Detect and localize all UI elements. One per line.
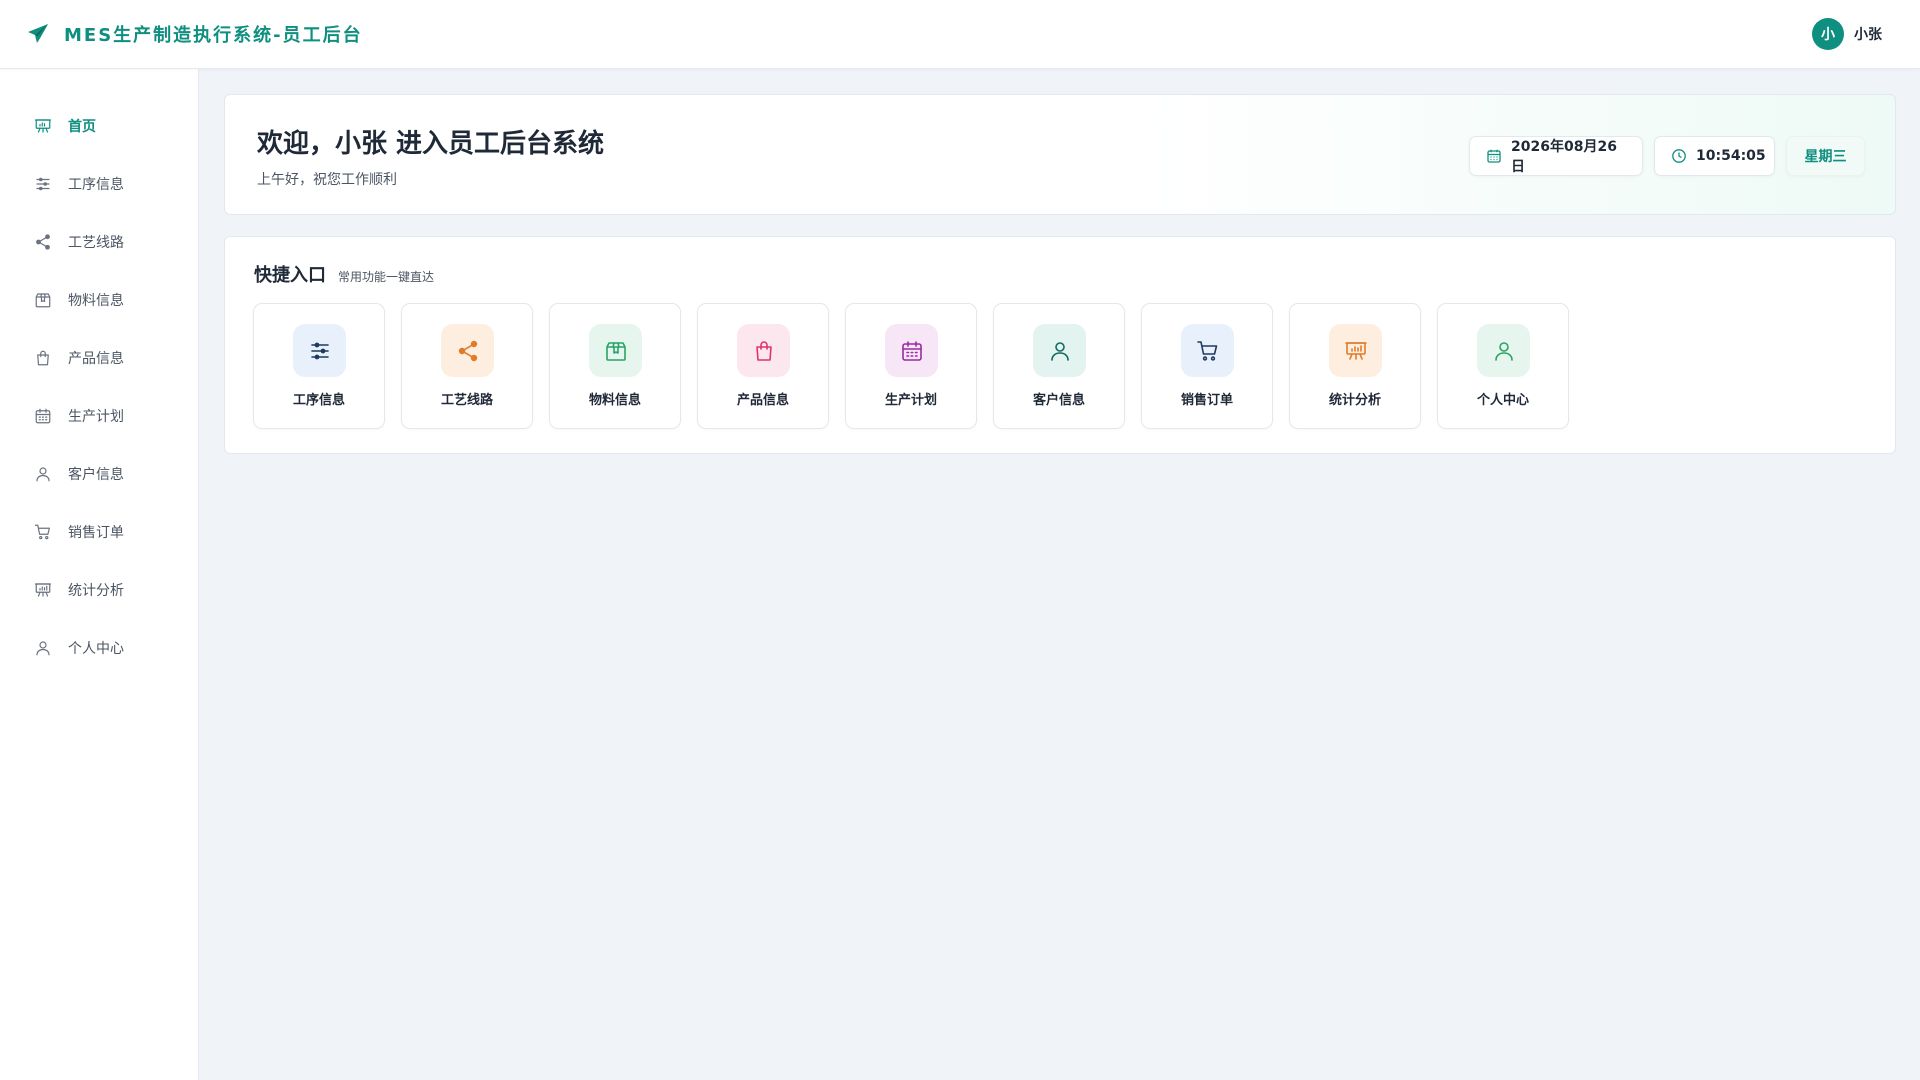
sidebar-item[interactable]: 生产计划 (0, 387, 198, 445)
quick-entry-title: 快捷入口 (254, 265, 326, 286)
time-text: 10:54:05 (1696, 148, 1766, 164)
sidebar-item-label: 销售订单 (68, 525, 124, 541)
welcome-subtitle: 上午好，祝您工作顺利 (257, 172, 397, 188)
user-icon (34, 465, 52, 483)
time-badge: 10:54:05 (1654, 136, 1775, 176)
sidebar-item-label: 工艺线路 (68, 235, 124, 251)
calendar-icon (1486, 148, 1502, 164)
quick-entry-card[interactable]: 销售订单 (1141, 303, 1273, 429)
quick-entry-cards: 工序信息 工艺线路 物料信息 产品信息 生产计划 客户信息 销售订单 统计分析 个人中心 (253, 303, 1585, 429)
sidebar-item[interactable]: 物料信息 (0, 271, 198, 329)
presentation-chart-icon (1329, 324, 1382, 377)
calendar-icon (885, 324, 938, 377)
quick-entry-panel: 快捷入口 常用功能一键直达 工序信息 工艺线路 物料信息 产品信息 生产计划 客户信息 销售… (224, 236, 1896, 454)
quick-entry-card-label: 客户信息 (1032, 393, 1085, 408)
share-nodes-icon (34, 233, 52, 251)
clock-icon (1671, 148, 1687, 164)
sidebar-item[interactable]: 工序信息 (0, 155, 198, 213)
top-bar: MES生产制造执行系统-员工后台 小 小张 (0, 0, 1920, 69)
package-icon (34, 291, 52, 309)
sidebar-item-label: 工序信息 (68, 177, 124, 193)
sidebar: 首页工序信息工艺线路物料信息产品信息生产计划客户信息销售订单统计分析个人中心 (0, 69, 199, 1080)
sidebar-item[interactable]: 首页 (0, 97, 198, 155)
sliders-icon (34, 175, 52, 193)
shopping-bag-icon (737, 324, 790, 377)
date-badge: 2026年08月26日 (1469, 136, 1643, 176)
paper-plane-icon (26, 22, 50, 46)
user-icon (1033, 324, 1086, 377)
quick-entry-subtitle: 常用功能一键直达 (338, 270, 435, 284)
quick-entry-card-label: 工艺线路 (440, 393, 493, 408)
quick-entry-card-label: 销售订单 (1180, 393, 1233, 408)
quick-entry-card[interactable]: 物料信息 (549, 303, 681, 429)
sidebar-item-label: 产品信息 (68, 351, 124, 367)
sidebar-item[interactable]: 统计分析 (0, 561, 198, 619)
sidebar-item[interactable]: 销售订单 (0, 503, 198, 561)
date-text: 2026年08月26日 (1511, 139, 1617, 175)
sidebar-item[interactable]: 产品信息 (0, 329, 198, 387)
package-icon (589, 324, 642, 377)
sidebar-item[interactable]: 客户信息 (0, 445, 198, 503)
presentation-chart-icon (34, 581, 52, 599)
weekday-text: 星期三 (1804, 149, 1847, 165)
quick-entry-card-label: 产品信息 (736, 393, 789, 408)
welcome-banner: 欢迎，小张 进入员工后台系统 上午好，祝您工作顺利 2026年08月26日 10… (224, 94, 1896, 215)
sidebar-item[interactable]: 个人中心 (0, 619, 198, 677)
quick-entry-card-label: 统计分析 (1328, 393, 1381, 408)
sidebar-item-label: 首页 (68, 119, 96, 135)
sidebar-item[interactable]: 工艺线路 (0, 213, 198, 271)
sidebar-item-label: 物料信息 (68, 293, 124, 309)
sidebar-item-label: 生产计划 (68, 409, 124, 425)
shopping-cart-icon (34, 523, 52, 541)
user-icon (34, 639, 52, 657)
quick-entry-card-label: 物料信息 (588, 393, 641, 408)
avatar[interactable]: 小 (1812, 18, 1844, 50)
sidebar-item-label: 客户信息 (68, 467, 124, 483)
shopping-cart-icon (1181, 324, 1234, 377)
weekday-badge: 星期三 (1786, 136, 1865, 176)
shopping-bag-icon (34, 349, 52, 367)
brand[interactable]: MES生产制造执行系统-员工后台 (26, 21, 363, 47)
sliders-icon (293, 324, 346, 377)
quick-entry-card[interactable]: 产品信息 (697, 303, 829, 429)
calendar-icon (34, 407, 52, 425)
share-nodes-icon (441, 324, 494, 377)
sidebar-item-label: 统计分析 (68, 583, 124, 599)
quick-entry-card-label: 个人中心 (1476, 393, 1529, 408)
user-icon (1477, 324, 1530, 377)
quick-entry-card[interactable]: 工艺线路 (401, 303, 533, 429)
app-title: MES生产制造执行系统-员工后台 (64, 25, 363, 46)
quick-entry-card[interactable]: 工序信息 (253, 303, 385, 429)
quick-entry-card[interactable]: 生产计划 (845, 303, 977, 429)
presentation-board-icon (34, 117, 52, 135)
quick-entry-card-label: 工序信息 (292, 393, 345, 408)
welcome-title: 欢迎，小张 进入员工后台系统 (257, 129, 605, 159)
user-menu[interactable]: 小 小张 (1812, 18, 1882, 50)
username: 小张 (1854, 27, 1882, 43)
quick-entry-card-label: 生产计划 (884, 393, 937, 408)
quick-entry-card[interactable]: 统计分析 (1289, 303, 1421, 429)
quick-entry-card[interactable]: 个人中心 (1437, 303, 1569, 429)
sidebar-item-label: 个人中心 (68, 641, 124, 657)
quick-entry-card[interactable]: 客户信息 (993, 303, 1125, 429)
